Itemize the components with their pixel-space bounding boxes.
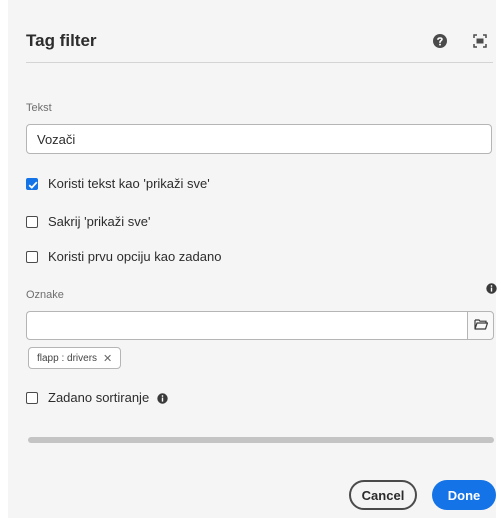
header-divider: [26, 62, 493, 63]
checkbox-use-text-as-show-all[interactable]: Koristi tekst kao 'prikaži sve': [26, 176, 210, 191]
checkbox-box[interactable]: [26, 391, 38, 404]
folder-icon: [473, 317, 488, 335]
checkbox-box[interactable]: [26, 215, 38, 228]
tag-chip: flapp : drivers ✕: [28, 347, 122, 369]
checkbox-default-sorting[interactable]: Zadano sortiranje: [26, 390, 168, 405]
tags-field-label: Oznake: [26, 289, 64, 301]
checkbox-checked-icon[interactable]: [26, 177, 38, 190]
tags-info-icon[interactable]: [486, 281, 497, 294]
checkbox-box[interactable]: [26, 250, 38, 263]
sorting-info-icon[interactable]: [157, 392, 168, 404]
text-input[interactable]: [26, 124, 492, 154]
remove-tag-icon[interactable]: ✕: [103, 352, 112, 365]
cancel-button[interactable]: Cancel: [349, 480, 417, 510]
help-icon[interactable]: [432, 33, 448, 49]
checkbox-label: Zadano sortiranje: [48, 390, 150, 405]
checkbox-hide-show-all[interactable]: Sakrij 'prikaži sve': [26, 214, 151, 229]
checkbox-label: Koristi prvu opciju kao zadano: [48, 249, 222, 264]
horizontal-scrollbar[interactable]: [28, 437, 494, 443]
checkbox-first-option-default[interactable]: Koristi prvu opciju kao zadano: [26, 249, 221, 264]
done-button[interactable]: Done: [432, 480, 496, 510]
tag-chip-label: flapp : drivers: [37, 352, 98, 364]
dialog-title: Tag filter: [26, 31, 97, 50]
fullscreen-icon[interactable]: [472, 33, 488, 49]
text-field-label: Tekst: [26, 102, 52, 114]
browse-tags-button[interactable]: [467, 311, 494, 340]
checkbox-label: Sakrij 'prikaži sve': [48, 214, 151, 229]
tag-filter-dialog: Tag filter Tekst Koristi tekst kao 'prik…: [8, 0, 497, 518]
checkbox-label: Koristi tekst kao 'prikaži sve': [48, 176, 210, 191]
tags-input[interactable]: [26, 311, 467, 340]
